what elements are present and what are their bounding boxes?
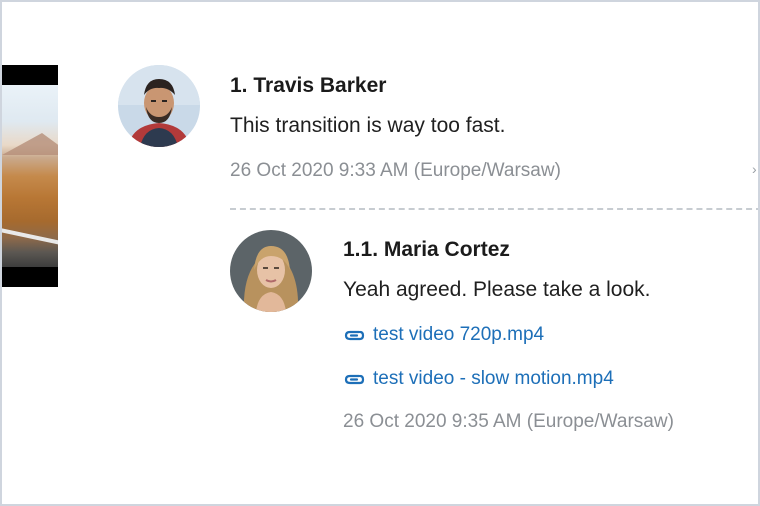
comment-text: This transition is way too fast.: [230, 114, 506, 137]
reply-timestamp: 26 Oct 2020 9:35 AM (Europe/Warsaw): [343, 411, 674, 432]
attachment-link[interactable]: test video - slow motion.mp4: [343, 368, 614, 390]
desert-road-image: [2, 85, 58, 267]
reply-author: 1.1. Maria Cortez: [343, 238, 510, 261]
comments-panel: › 1. Travis Barker This transition is wa…: [0, 0, 760, 506]
video-thumbnail[interactable]: [2, 65, 58, 287]
avatar-travis: [118, 65, 200, 147]
thread-divider: [230, 208, 758, 210]
attachment-link[interactable]: test video 720p.mp4: [343, 324, 544, 346]
chevron-right-icon[interactable]: ›: [752, 162, 758, 176]
comment-timestamp: 26 Oct 2020 9:33 AM (Europe/Warsaw): [230, 160, 561, 181]
avatar-maria: [230, 230, 312, 312]
comment-author: 1. Travis Barker: [230, 74, 387, 97]
reply-text: Yeah agreed. Please take a look.: [343, 278, 651, 301]
paperclip-icon: [343, 372, 365, 386]
attachment-name: test video 720p.mp4: [373, 324, 545, 345]
paperclip-icon: [343, 328, 365, 342]
attachment-name: test video - slow motion.mp4: [373, 368, 614, 389]
